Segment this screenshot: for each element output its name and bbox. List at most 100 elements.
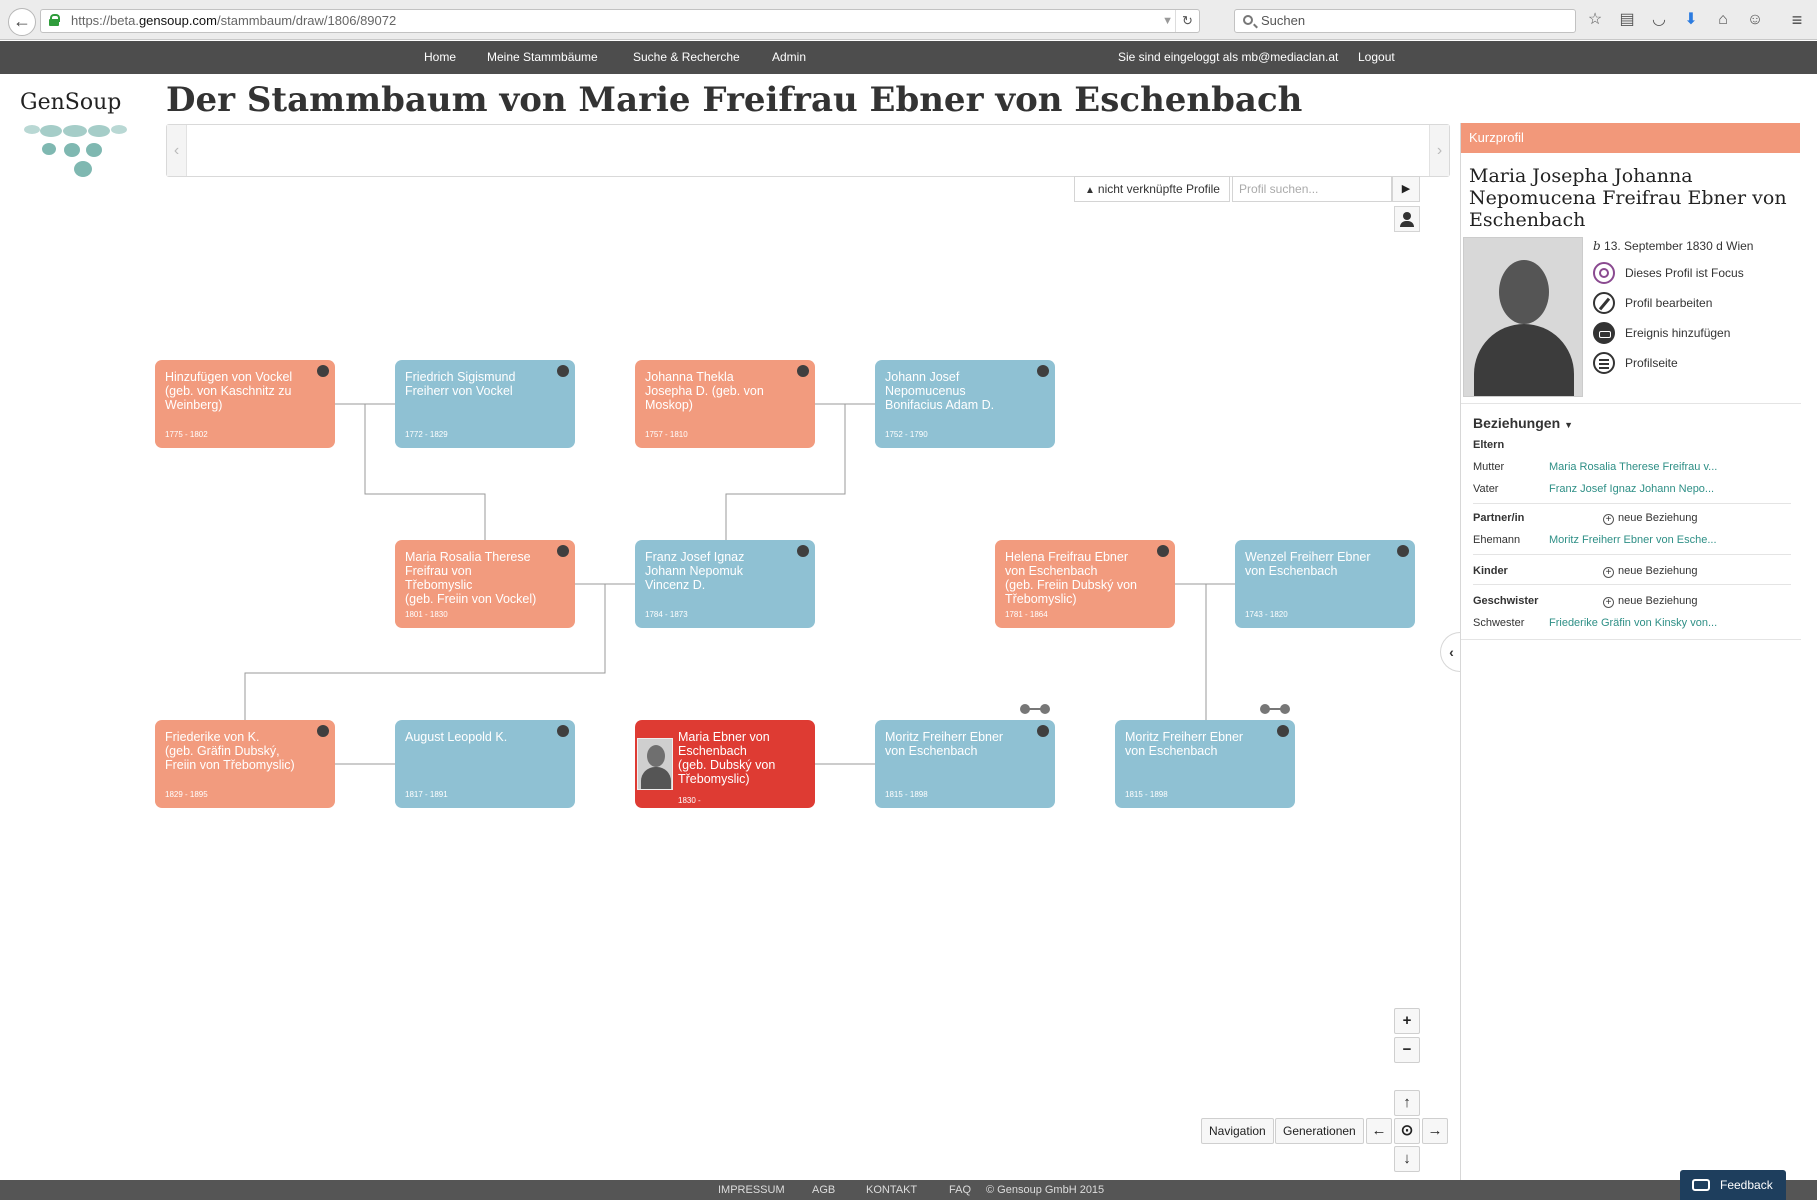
node-menu-handle[interactable]: [1037, 725, 1049, 737]
node-years: 1772 - 1829: [405, 430, 448, 439]
husband-link[interactable]: Moritz Freiherr Ebner von Esche...: [1549, 534, 1717, 546]
nav-admin[interactable]: Admin: [772, 41, 806, 74]
tree-node[interactable]: Friedrich Sigismund Freiherr von Vockel 1…: [395, 360, 575, 448]
new-relation-label: neue Beziehung: [1618, 565, 1698, 577]
zoom-in-button[interactable]: +: [1394, 1008, 1420, 1034]
carousel-next-button[interactable]: ›: [1429, 125, 1449, 176]
node-menu-handle[interactable]: [1397, 545, 1409, 557]
pocket-icon[interactable]: ◡: [1650, 9, 1668, 31]
node-name: Franz Josef Ignaz Johann Nepomuk Vincenz…: [645, 550, 745, 592]
new-relation-label: neue Beziehung: [1618, 512, 1698, 524]
node-name: Friedrich Sigismund Freiherr von Vockel: [405, 370, 516, 398]
pan-right-button[interactable]: →: [1422, 1118, 1448, 1144]
node-menu-handle[interactable]: [1037, 365, 1049, 377]
new-relation-label: neue Beziehung: [1618, 595, 1698, 607]
tree-node[interactable]: Hinzufügen von Vockel (geb. von Kaschnit…: [155, 360, 335, 448]
node-years: 1829 - 1895: [165, 790, 208, 799]
new-child-relation-button[interactable]: + neue Beziehung: [1603, 565, 1698, 578]
bookmark-star-icon[interactable]: ☆: [1586, 9, 1604, 31]
nav-my-trees[interactable]: Meine Stammbäume: [487, 41, 598, 74]
node-menu-handle[interactable]: [557, 365, 569, 377]
ticket-icon: [1593, 322, 1615, 344]
tree-node[interactable]: Moritz Freiherr Ebner von Eschenbach 1815…: [875, 720, 1055, 808]
footer-kontakt-link[interactable]: KONTAKT: [866, 1180, 917, 1200]
tree-node[interactable]: Franz Josef Ignaz Johann Nepomuk Vincenz…: [635, 540, 815, 628]
back-button[interactable]: ←: [8, 8, 36, 36]
tree-node[interactable]: Moritz Freiherr Ebner von Eschenbach 1815…: [1115, 720, 1295, 808]
unlinked-profiles-button[interactable]: ▲ nicht verknüpfte Profile: [1074, 176, 1230, 202]
center-focus-button[interactable]: ⊙: [1394, 1118, 1420, 1144]
browser-search-placeholder: Suchen: [1261, 13, 1306, 28]
pan-down-button[interactable]: ↓: [1394, 1146, 1420, 1172]
navigation-button[interactable]: Navigation: [1201, 1118, 1274, 1144]
focus-action[interactable]: Dieses Profil ist Focus: [1593, 261, 1744, 285]
generations-button[interactable]: Generationen: [1275, 1118, 1364, 1144]
pan-left-button[interactable]: ←: [1366, 1118, 1392, 1144]
node-name: Friederike von K. (geb. Gräfin Dubský, F…: [165, 730, 295, 772]
profile-carousel: ‹ ›: [166, 124, 1450, 177]
unlinked-profiles-label: nicht verknüpfte Profile: [1097, 182, 1220, 196]
chat-icon[interactable]: ☺: [1746, 9, 1764, 31]
footer-impressum-link[interactable]: IMPRESSUM: [718, 1180, 785, 1200]
gensoup-logo[interactable]: GenSoup: [20, 90, 130, 195]
reload-icon[interactable]: ↻: [1175, 10, 1199, 32]
marriage-link-icon[interactable]: [1260, 704, 1292, 714]
download-icon[interactable]: ⬇: [1682, 9, 1700, 31]
relations-dropdown[interactable]: Beziehungen ▼: [1473, 415, 1573, 431]
url-dropdown-icon[interactable]: ▼: [1162, 10, 1173, 32]
parents-label: Eltern: [1473, 439, 1505, 451]
tree-node-selected[interactable]: Maria Ebner von Eschenbach (geb. Dubský …: [635, 720, 815, 808]
node-menu-handle[interactable]: [557, 725, 569, 737]
collapse-panel-chevron-icon[interactable]: ‹: [1440, 632, 1462, 672]
node-menu-handle[interactable]: [797, 545, 809, 557]
node-menu-handle[interactable]: [1277, 725, 1289, 737]
home-icon[interactable]: ⌂: [1714, 9, 1732, 31]
nav-search[interactable]: Suche & Recherche: [633, 41, 740, 74]
sister-link[interactable]: Friederike Gräfin von Kinsky von...: [1549, 617, 1717, 629]
footer-faq-link[interactable]: FAQ: [949, 1180, 971, 1200]
footer-agb-link[interactable]: AGB: [812, 1180, 835, 1200]
add-event-action[interactable]: Ereignis hinzufügen: [1593, 321, 1730, 345]
login-prefix: Sie sind eingeloggt als: [1118, 50, 1239, 64]
target-icon: [1593, 262, 1615, 284]
relations-title: Beziehungen: [1473, 415, 1561, 431]
carousel-prev-button[interactable]: ‹: [167, 125, 187, 176]
tree-node[interactable]: Friederike von K. (geb. Gräfin Dubský, F…: [155, 720, 335, 808]
mother-link[interactable]: Maria Rosalia Therese Freifrau v...: [1549, 461, 1717, 473]
node-name: Wenzel Freiherr Ebner von Eschenbach: [1245, 550, 1371, 578]
node-menu-handle[interactable]: [317, 725, 329, 737]
zoom-out-button[interactable]: −: [1394, 1037, 1420, 1063]
tree-node[interactable]: Johann Josef Nepomucenus Bonifacius Adam…: [875, 360, 1055, 448]
hamburger-menu-icon[interactable]: ≡: [1787, 9, 1807, 31]
father-link[interactable]: Franz Josef Ignaz Johann Nepo...: [1549, 483, 1714, 495]
tree-node[interactable]: Johanna Thekla Josepha D. (geb. von Mosk…: [635, 360, 815, 448]
edit-profile-action[interactable]: Profil bearbeiten: [1593, 291, 1712, 315]
node-years: 1817 - 1891: [405, 790, 448, 799]
tree-node[interactable]: Wenzel Freiherr Ebner von Eschenbach 1743…: [1235, 540, 1415, 628]
browser-search-bar[interactable]: Suchen: [1234, 9, 1576, 33]
url-bar[interactable]: https://beta.gensoup.com/stammbaum/draw/…: [40, 9, 1200, 33]
profile-name: Maria Josepha Johanna Nepomucena Freifra…: [1469, 165, 1787, 231]
node-menu-handle[interactable]: [1157, 545, 1169, 557]
feedback-button[interactable]: Feedback: [1680, 1170, 1786, 1200]
marriage-link-icon[interactable]: [1020, 704, 1052, 714]
reading-list-icon[interactable]: ▤: [1618, 9, 1636, 31]
profile-search-go-button[interactable]: ▶: [1392, 176, 1420, 202]
tree-node[interactable]: Helena Freifrau Ebner von Eschenbach (ge…: [995, 540, 1175, 628]
person-icon[interactable]: [1394, 206, 1420, 232]
caret-down-icon: ▼: [1564, 420, 1574, 430]
new-partner-relation-button[interactable]: + neue Beziehung: [1603, 512, 1698, 525]
tree-node[interactable]: August Leopold K. 1817 - 1891: [395, 720, 575, 808]
node-menu-handle[interactable]: [317, 365, 329, 377]
new-sibling-relation-button[interactable]: + neue Beziehung: [1603, 595, 1698, 608]
profile-search-input[interactable]: [1232, 176, 1392, 202]
chevron-up-icon: ▲: [1085, 185, 1095, 196]
node-menu-handle[interactable]: [557, 545, 569, 557]
profile-page-action[interactable]: Profilseite: [1593, 351, 1678, 375]
nav-logout[interactable]: Logout: [1358, 41, 1395, 74]
nav-home[interactable]: Home: [424, 41, 456, 74]
tree-node[interactable]: Maria Rosalia Therese Freifrau von Třebo…: [395, 540, 575, 628]
husband-label: Ehemann: [1473, 534, 1521, 546]
pan-up-button[interactable]: ↑: [1394, 1090, 1420, 1116]
node-menu-handle[interactable]: [797, 365, 809, 377]
